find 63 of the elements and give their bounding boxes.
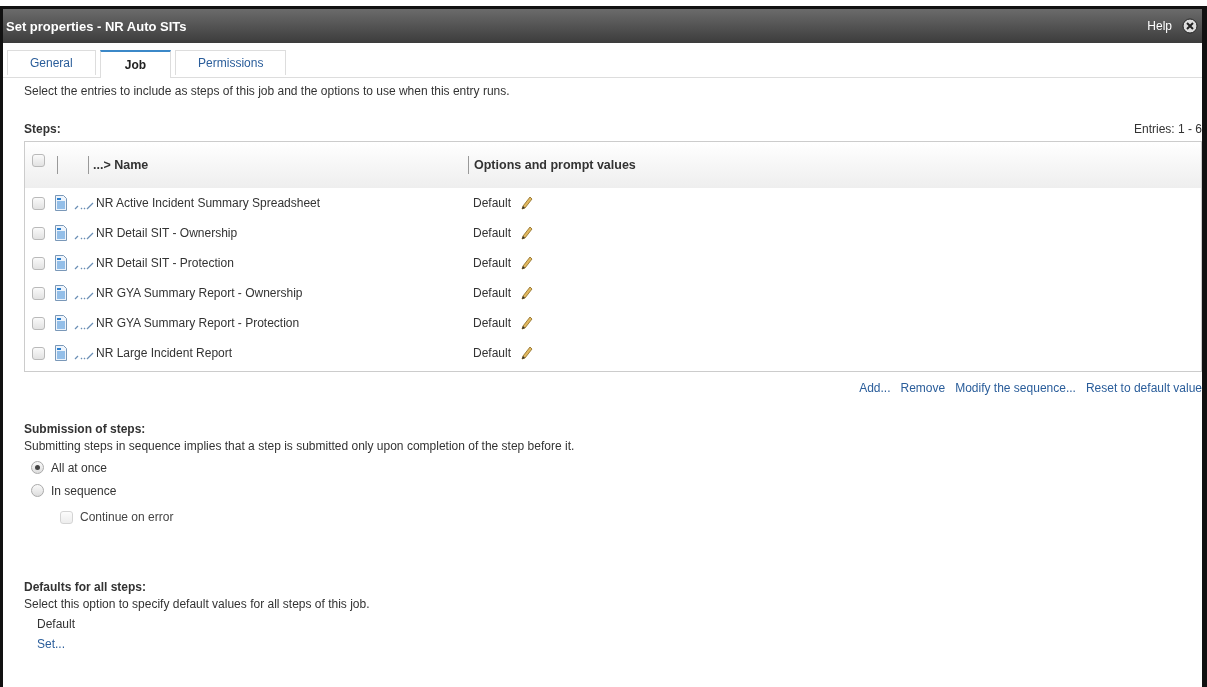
pencil-icon — [521, 346, 534, 360]
shortcut-icon — [74, 350, 94, 360]
pencil-icon — [521, 316, 534, 330]
action-link[interactable]: Add... — [859, 381, 891, 395]
step-name[interactable]: NR Detail SIT - Ownership — [96, 226, 473, 240]
pencil-icon — [521, 256, 534, 270]
options-value: Default — [473, 196, 512, 210]
checkbox-label: Continue on error — [80, 510, 174, 524]
pencil-icon — [521, 226, 534, 240]
step-name[interactable]: NR GYA Summary Report - Ownership — [96, 286, 473, 300]
radio-label: All at once — [51, 460, 108, 475]
checkbox[interactable] — [32, 346, 45, 360]
report-icon — [55, 285, 67, 301]
radio-button[interactable] — [31, 461, 44, 474]
report-icon — [55, 255, 67, 271]
description-text: Select the entries to include as steps of this job and the options to use when this entry runs. — [24, 84, 511, 98]
help-text: Submitting steps in sequence implies that a step is submitted only upon completion of the step before it. — [24, 439, 576, 453]
radio-button[interactable] — [31, 484, 44, 497]
tab[interactable]: Permissions — [175, 50, 287, 75]
shortcut-icon — [74, 200, 94, 210]
report-icon — [55, 195, 67, 211]
checkbox[interactable] — [32, 316, 45, 330]
default-value: Default — [37, 617, 77, 631]
action-link[interactable]: Modify the sequence... — [955, 381, 1076, 395]
checkbox[interactable] — [32, 153, 45, 167]
tab[interactable]: Job — [99, 50, 172, 78]
step-name[interactable]: NR GYA Summary Report - Protection — [96, 316, 473, 330]
entries-count: Entries: 1 - 6 — [1133, 122, 1202, 136]
section-heading: Steps: — [24, 122, 61, 136]
close-icon[interactable] — [1182, 18, 1198, 34]
shortcut-icon — [74, 320, 94, 330]
window-title: Set properties - NR Auto SITs — [6, 18, 188, 34]
checkbox[interactable] — [32, 196, 45, 210]
column-header[interactable]: Options and prompt values — [474, 158, 636, 172]
options-value: Default — [473, 286, 512, 300]
options-value: Default — [473, 316, 512, 330]
report-icon — [55, 225, 67, 241]
options-value: Default — [473, 346, 512, 360]
checkbox[interactable] — [32, 226, 45, 240]
section-heading: Submission of steps: — [24, 422, 147, 436]
options-value: Default — [473, 226, 512, 240]
help-link[interactable]: Help — [1147, 19, 1172, 33]
action-link[interactable]: Remove — [900, 381, 946, 395]
checkbox[interactable] — [32, 256, 45, 270]
shortcut-icon — [74, 230, 94, 240]
column-header[interactable]: ...> Name — [93, 158, 468, 172]
report-icon — [55, 315, 67, 331]
section-heading: Defaults for all steps: — [24, 580, 148, 594]
shortcut-icon — [74, 260, 94, 270]
options-value: Default — [473, 256, 512, 270]
action-link[interactable]: Reset to default value — [1085, 381, 1202, 395]
pencil-icon — [521, 286, 534, 300]
step-name[interactable]: NR Detail SIT - Protection — [96, 256, 473, 270]
checkbox[interactable] — [32, 286, 45, 300]
shortcut-icon — [74, 290, 94, 300]
report-icon — [55, 345, 67, 361]
tab[interactable]: General — [7, 50, 96, 75]
pencil-icon — [521, 196, 534, 210]
set-link[interactable]: Set... — [37, 637, 65, 651]
step-name[interactable]: NR Large Incident Report — [96, 346, 473, 360]
help-text: Select this option to specify default values for all steps of this job. — [24, 597, 371, 611]
radio-label: In sequence — [51, 483, 117, 498]
step-name[interactable]: NR Active Incident Summary Spreadsheet — [96, 196, 473, 210]
